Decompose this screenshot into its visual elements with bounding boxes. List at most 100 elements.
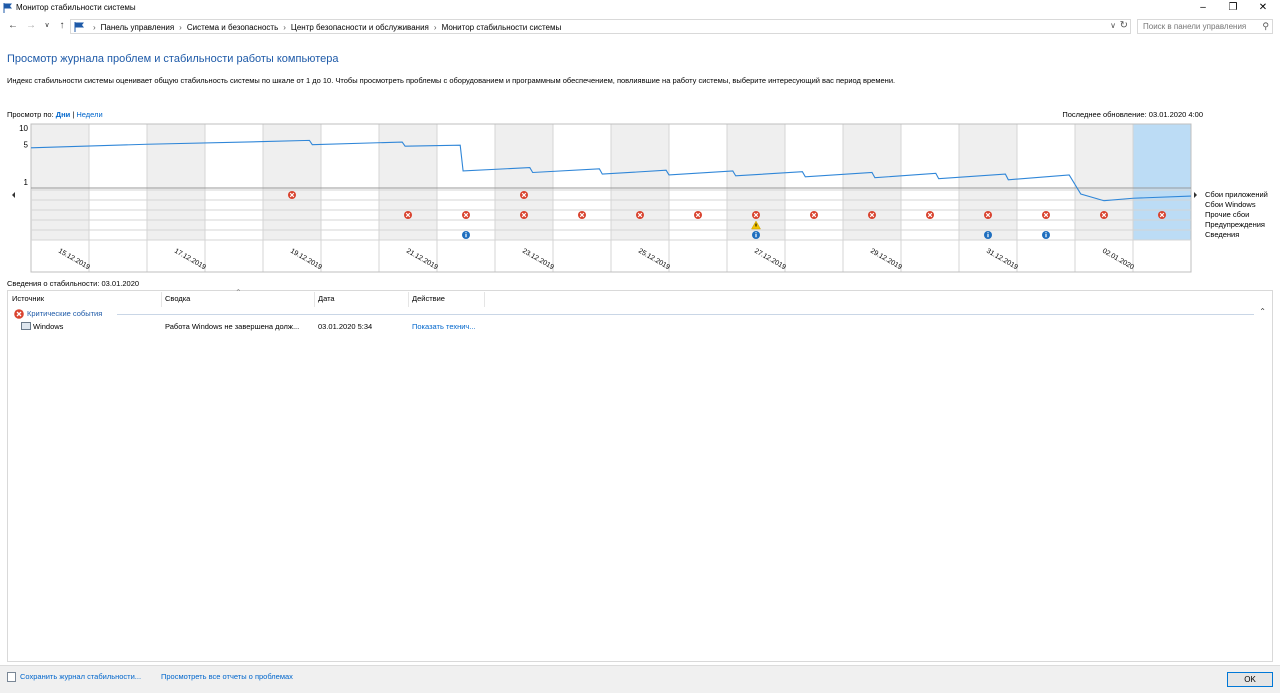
- chart-day-column: [31, 124, 89, 240]
- x-tick-label: 25.12.2019: [637, 248, 671, 272]
- sort-caret-icon: ⌃: [235, 288, 242, 297]
- chart-day-column: [89, 124, 147, 240]
- x-tick-label: 23.12.2019: [521, 248, 555, 272]
- legend-app-failures: Сбои приложений: [1205, 190, 1268, 199]
- y-tick-label: 5: [24, 140, 29, 149]
- info-event-icon-dot: [465, 232, 467, 234]
- collapse-chevron-icon[interactable]: ⌃: [1259, 307, 1266, 316]
- search-icon[interactable]: ⚲: [1262, 21, 1269, 32]
- view-all-reports-link[interactable]: Просмотреть все отчеты о проблемах: [161, 672, 293, 681]
- warning-event-icon-mark: [755, 223, 757, 227]
- info-event-icon-dot: [755, 232, 757, 234]
- address-bar[interactable]: › Панель управления › Система и безопасн…: [70, 19, 1131, 34]
- y-tick-label: 10: [19, 124, 28, 133]
- legend-windows-failures: Сбои Windows: [1205, 200, 1256, 209]
- column-divider[interactable]: [161, 292, 162, 307]
- column-divider[interactable]: [408, 292, 409, 307]
- error-icon: [14, 309, 24, 319]
- group-critical-events[interactable]: Критические события ⌃: [14, 307, 1266, 320]
- reliability-chart-svg[interactable]: 10 5 1 15.12.2019 17.12.2019 19.12.2019 21.12.…: [7, 122, 1203, 273]
- back-arrow-icon[interactable]: ←: [6, 19, 20, 33]
- forward-arrow-icon[interactable]: →: [24, 19, 38, 33]
- recent-pages-chevron-icon[interactable]: ∨: [40, 19, 54, 33]
- details-table: Источник Сводка ⌃ Дата Действие Критичес…: [7, 288, 1273, 662]
- close-icon[interactable]: ✕: [1248, 0, 1278, 16]
- footer: Сохранить журнал стабильности... Просмот…: [0, 665, 1280, 693]
- chart-day-column: [147, 124, 205, 240]
- breadcrumb-item[interactable]: Центр безопасности и обслуживания: [291, 23, 429, 32]
- last-updated: Последнее обновление: 03.01.2020 4:00: [1062, 110, 1203, 119]
- chart-day-column: [843, 124, 901, 240]
- chevron-right-icon[interactable]: ›: [283, 23, 286, 32]
- search-input[interactable]: Поиск в панели управления ⚲: [1137, 19, 1273, 34]
- page-description: Индекс стабильности системы оценивает об…: [7, 76, 896, 85]
- scroll-right-icon: [1194, 192, 1197, 198]
- document-icon: [7, 672, 16, 682]
- details-title: Сведения о стабильности: 03.01.2020: [7, 279, 140, 288]
- chevron-right-icon[interactable]: ›: [434, 23, 437, 32]
- chart-day-column: [1017, 124, 1075, 240]
- column-divider[interactable]: [484, 292, 485, 307]
- window-title: Монитор стабильности системы: [16, 3, 136, 12]
- address-dropdown-icon[interactable]: ∨: [1110, 21, 1116, 30]
- x-tick-label: 15.12.2019: [57, 248, 91, 272]
- breadcrumb-item[interactable]: Система и безопасность: [187, 23, 278, 32]
- view-weeks-link[interactable]: Недели: [76, 110, 102, 119]
- info-event-icon-dot: [1045, 232, 1047, 234]
- x-tick-label: 31.12.2019: [985, 248, 1019, 272]
- chart-day-column: [379, 124, 437, 240]
- info-event-icon-dot: [987, 232, 989, 234]
- chart-day-column: [901, 124, 959, 240]
- action-link[interactable]: Показать технич...: [412, 322, 476, 331]
- column-divider[interactable]: [314, 292, 315, 307]
- group-label: Критические события: [27, 309, 103, 318]
- source-text: Windows: [33, 322, 64, 331]
- refresh-icon[interactable]: ↻: [1120, 20, 1128, 31]
- column-summary[interactable]: Сводка: [165, 294, 190, 308]
- info-event-icon-mark: [755, 234, 757, 238]
- chevron-right-icon: ›: [93, 22, 96, 32]
- view-days-link[interactable]: Дни: [56, 110, 70, 119]
- flag-icon: [74, 22, 84, 32]
- column-source[interactable]: Источник: [12, 294, 44, 308]
- x-tick-label: 02.01.2020: [1101, 248, 1135, 272]
- legend-information: Сведения: [1205, 230, 1240, 239]
- chart-day-column: [959, 124, 1017, 240]
- chevron-right-icon[interactable]: ›: [179, 23, 182, 32]
- info-event-icon-mark: [1045, 234, 1047, 238]
- info-event-icon-mark: [465, 234, 467, 238]
- x-tick-label: 21.12.2019: [405, 248, 439, 272]
- view-by-label: Просмотр по:: [7, 110, 54, 119]
- up-arrow-icon[interactable]: ↑: [55, 19, 69, 33]
- table-header: Источник Сводка ⌃ Дата Действие: [8, 288, 1272, 309]
- chart-legend: Сбои приложений Сбои Windows Прочие сбои…: [1205, 190, 1268, 240]
- summary-cell: Работа Windows не завершена долж...: [165, 322, 300, 331]
- breadcrumb: › Панель управления › Система и безопасн…: [74, 22, 561, 32]
- column-action[interactable]: Действие: [412, 294, 445, 308]
- table-row[interactable]: Windows Работа Windows не завершена долж…: [8, 322, 1272, 334]
- x-tick-label: 27.12.2019: [753, 248, 787, 272]
- y-tick-label: 1: [24, 178, 29, 187]
- view-separator: |: [72, 110, 75, 119]
- chart-day-column: [553, 124, 611, 240]
- chart-day-column: [1075, 124, 1133, 240]
- breadcrumb-item[interactable]: Монитор стабильности системы: [442, 23, 562, 32]
- info-event-icon-mark: [987, 234, 989, 238]
- legend-misc-failures: Прочие сбои: [1205, 210, 1250, 219]
- reliability-chart[interactable]: 10 5 1 15.12.2019 17.12.2019 19.12.2019 21.12.…: [7, 122, 1203, 273]
- chart-day-column: [321, 124, 379, 240]
- scroll-left-icon: [12, 192, 15, 198]
- x-tick-label: 29.12.2019: [869, 248, 903, 272]
- save-history-link[interactable]: Сохранить журнал стабильности...: [20, 672, 141, 681]
- chart-day-column: [495, 124, 553, 240]
- chart-day-column: [785, 124, 843, 240]
- ok-button[interactable]: OK: [1227, 672, 1273, 687]
- group-divider: [117, 314, 1254, 315]
- breadcrumb-item[interactable]: Панель управления: [101, 23, 175, 32]
- x-tick-label: 17.12.2019: [173, 248, 207, 272]
- window-icon: [21, 322, 31, 330]
- minimize-icon[interactable]: –: [1188, 0, 1218, 16]
- title-bar: Монитор стабильности системы – ❐ ✕: [0, 0, 1280, 16]
- restore-icon[interactable]: ❐: [1218, 0, 1248, 16]
- column-date[interactable]: Дата: [318, 294, 335, 308]
